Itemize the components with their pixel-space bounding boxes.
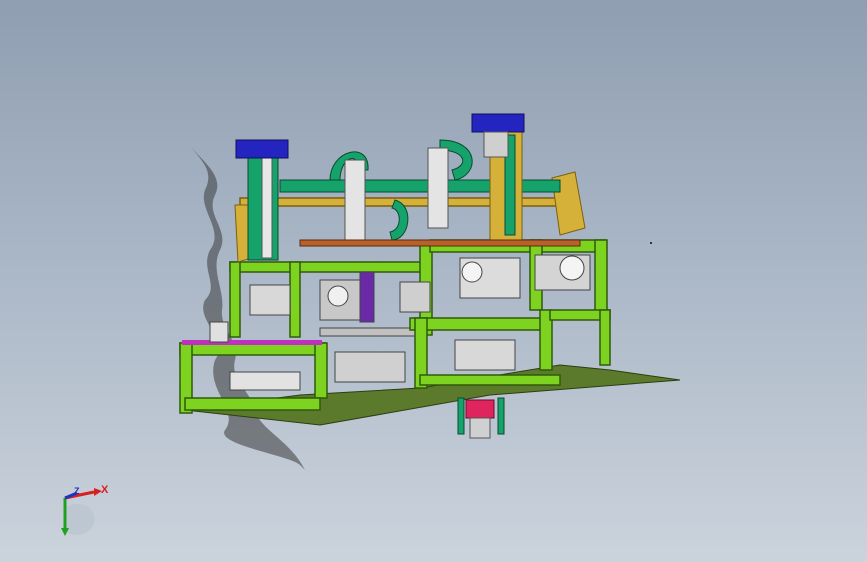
- slider-plate-left: [344, 159, 366, 241]
- magenta-strip: [182, 340, 322, 345]
- stray-point: [650, 242, 652, 244]
- axis-triad: [61, 488, 102, 536]
- x-axis-label: X: [101, 484, 109, 496]
- assembly-model[interactable]: [0, 0, 867, 562]
- slider-plate-right: [427, 147, 449, 229]
- triad-shadow: [64, 503, 95, 535]
- rail: [299, 239, 581, 247]
- z-axis-label: Z: [74, 486, 80, 496]
- cad-viewport[interactable]: X Z: [0, 0, 867, 562]
- right-column: [471, 113, 525, 241]
- bottom-cylinder: [457, 397, 505, 439]
